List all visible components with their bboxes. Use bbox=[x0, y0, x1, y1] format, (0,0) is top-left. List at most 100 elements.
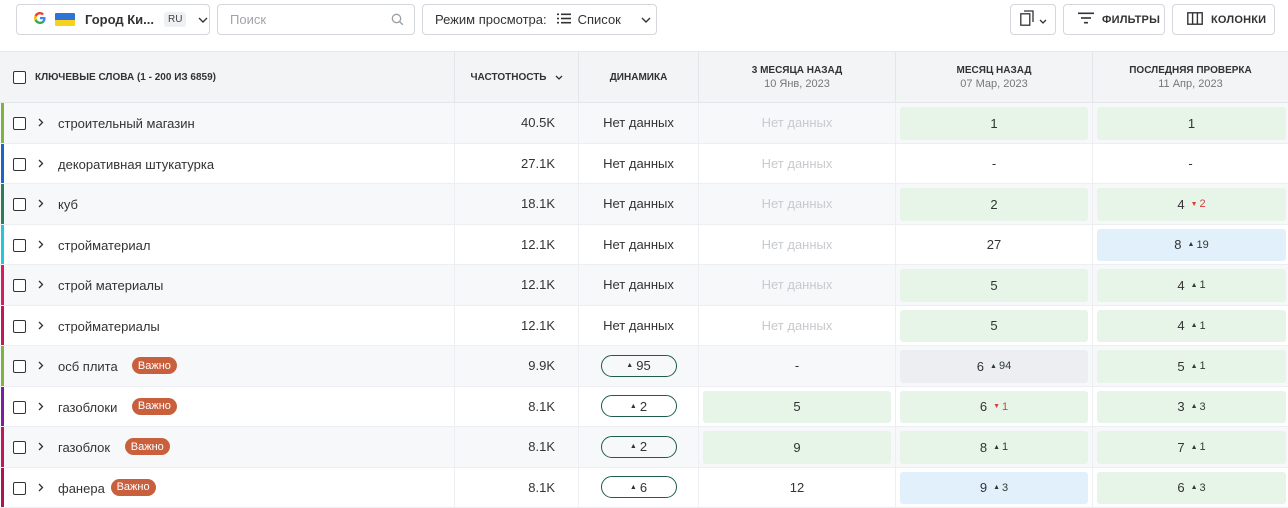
keyword-cell: стройматериалы bbox=[0, 305, 455, 345]
keyword-cell: куб bbox=[0, 184, 455, 224]
filters-button[interactable]: ФИЛЬТРЫ bbox=[1063, 4, 1165, 35]
keyword-text[interactable]: фанера bbox=[58, 481, 105, 496]
position-value: 5 bbox=[990, 318, 998, 334]
table-row[interactable]: осб плита Важно 9.9K ▲ 95 - 6 ▲ 94 5 ▲ 1 bbox=[0, 346, 1288, 387]
keyword-text[interactable]: строительный магазин bbox=[58, 116, 195, 131]
month-date: 07 Мар, 2023 bbox=[960, 77, 1028, 90]
keyword-text[interactable]: газоблок bbox=[58, 440, 110, 455]
columns-icon bbox=[1187, 11, 1203, 28]
position-change: ▲ 1 bbox=[993, 441, 1008, 453]
language-badge: RU bbox=[164, 12, 187, 27]
month-cell: 27 bbox=[896, 224, 1093, 264]
arrow-up-icon: ▲ bbox=[626, 362, 634, 370]
keyword-text[interactable]: декоративная штукатурка bbox=[58, 157, 214, 172]
position-value: 27 bbox=[986, 236, 1002, 252]
sort-chevron-icon bbox=[555, 72, 563, 83]
keyword-text[interactable]: куб bbox=[58, 197, 78, 212]
column-header-keywords: КЛЮЧЕВЫЕ СЛОВА (1 - 200 ИЗ 6859) bbox=[0, 52, 455, 102]
expand-chevron-icon[interactable] bbox=[38, 237, 46, 248]
row-checkbox[interactable] bbox=[13, 279, 26, 292]
table-row[interactable]: фанера Важно 8.1K ▲ 6 12 9 ▲ 3 6 ▲ 3 bbox=[0, 467, 1288, 508]
table-row[interactable]: газоблоки Важно 8.1K ▲ 2 5 6 ▼ 1 3 ▲ 3 bbox=[0, 386, 1288, 427]
keyword-text[interactable]: газоблоки bbox=[58, 400, 117, 415]
dynamics-pill[interactable]: ▲ 2 bbox=[600, 435, 677, 458]
table-row[interactable]: куб 18.1K Нет данных Нет данных 2 4 ▼ 2 bbox=[0, 184, 1288, 225]
dynamics-pill[interactable]: ▲ 2 bbox=[600, 395, 677, 418]
view-mode-label: Режим просмотра: bbox=[435, 12, 547, 27]
table-row[interactable]: стройматериалы 12.1K Нет данных Нет данн… bbox=[0, 305, 1288, 346]
change-value: 3 bbox=[1002, 481, 1009, 494]
row-checkbox[interactable] bbox=[13, 238, 26, 252]
search-input[interactable] bbox=[230, 12, 380, 27]
frequency-cell: 8.1K bbox=[455, 467, 579, 507]
table-row[interactable]: строй материалы 12.1K Нет данных Нет дан… bbox=[0, 265, 1288, 306]
copy-icon bbox=[1019, 10, 1034, 29]
table-row[interactable]: газоблок Важно 8.1K ▲ 2 9 8 ▲ 1 7 ▲ 1 bbox=[0, 427, 1288, 468]
expand-chevron-icon[interactable] bbox=[38, 277, 46, 289]
position-value: 12 bbox=[789, 479, 805, 495]
position-change: ▲ 3 bbox=[1191, 401, 1206, 413]
position-change: ▲ 1 bbox=[1191, 360, 1206, 372]
row-checkbox[interactable] bbox=[13, 481, 26, 495]
dynamics-cell: Нет данных bbox=[579, 265, 699, 305]
expand-chevron-icon[interactable] bbox=[38, 480, 46, 491]
table-row[interactable]: декоративная штукатурка 27.1K Нет данных… bbox=[0, 143, 1288, 184]
dynamics-pill[interactable]: ▲ 95 bbox=[600, 354, 677, 377]
dynamics-pill[interactable]: ▲ 6 bbox=[600, 476, 677, 499]
month-cell: 5 bbox=[896, 265, 1093, 305]
position-change: ▼ 1 bbox=[993, 401, 1008, 413]
expand-chevron-icon[interactable] bbox=[38, 358, 46, 370]
row-checkbox[interactable] bbox=[13, 117, 26, 130]
expand-chevron-icon[interactable] bbox=[38, 156, 46, 167]
column-header-frequency[interactable]: ЧАСТОТНОСТЬ bbox=[455, 52, 579, 102]
position-change: ▲ 3 bbox=[1191, 482, 1206, 494]
position-value: - bbox=[794, 358, 800, 374]
position-box: 5 bbox=[703, 390, 891, 423]
last-check-cell: 1 bbox=[1093, 103, 1288, 143]
position-box: 5 bbox=[900, 309, 1088, 342]
keyword-text[interactable]: стройматериалы bbox=[58, 319, 160, 334]
expand-chevron-icon[interactable] bbox=[38, 196, 46, 208]
position-box: 1 bbox=[900, 107, 1088, 140]
columns-button[interactable]: КОЛОНКИ bbox=[1172, 4, 1275, 35]
row-checkbox[interactable] bbox=[13, 360, 26, 373]
location-selector[interactable]: Город Ки... RU bbox=[16, 4, 210, 35]
dynamics-cell: Нет данных bbox=[579, 305, 699, 345]
keyword-text[interactable]: осб плита bbox=[58, 359, 118, 374]
change-value: 1 bbox=[1002, 400, 1009, 413]
expand-chevron-icon[interactable] bbox=[38, 115, 46, 127]
position-value: 1 bbox=[1187, 115, 1196, 131]
last-check-cell: 4 ▲ 1 bbox=[1093, 265, 1288, 305]
dynamics-value: 2 bbox=[639, 439, 648, 455]
keyword-text[interactable]: строй материалы bbox=[58, 278, 163, 293]
frequency-cell: 12.1K bbox=[455, 265, 579, 305]
position-box: 7 ▲ 1 bbox=[1097, 431, 1286, 464]
position-box: 3 ▲ 3 bbox=[1097, 390, 1286, 423]
search-box bbox=[217, 4, 415, 35]
search-icon[interactable] bbox=[391, 13, 404, 29]
table-row[interactable]: стройматериал 12.1K Нет данных Нет данны… bbox=[0, 224, 1288, 265]
position-value: 8 bbox=[979, 439, 988, 455]
row-checkbox[interactable] bbox=[13, 441, 26, 454]
row-checkbox[interactable] bbox=[13, 198, 26, 211]
month-cell: 8 ▲ 1 bbox=[896, 427, 1093, 467]
expand-chevron-icon[interactable] bbox=[38, 399, 46, 410]
expand-chevron-icon[interactable] bbox=[38, 439, 46, 451]
keyword-text[interactable]: стройматериал bbox=[58, 238, 150, 253]
dynamics-value: Нет данных bbox=[603, 115, 674, 131]
position-box: 8 ▲ 19 bbox=[1097, 228, 1286, 261]
arrow-down-icon: ▼ bbox=[993, 403, 1001, 411]
three-months-cell: Нет данных bbox=[699, 143, 896, 183]
important-badge: Важно bbox=[131, 357, 177, 374]
keyword-cell: строительный магазин bbox=[0, 103, 455, 143]
view-mode-selector[interactable]: Режим просмотра: Список bbox=[422, 4, 657, 35]
row-checkbox[interactable] bbox=[13, 400, 26, 414]
select-all-checkbox[interactable] bbox=[13, 71, 26, 84]
table-row[interactable]: строительный магазин 40.5K Нет данных Не… bbox=[0, 103, 1288, 144]
expand-chevron-icon[interactable] bbox=[38, 318, 46, 329]
row-checkbox[interactable] bbox=[13, 157, 26, 171]
copy-menu-button[interactable] bbox=[1010, 4, 1056, 35]
row-checkbox[interactable] bbox=[13, 319, 26, 333]
frequency-value: 8.1K bbox=[528, 479, 555, 495]
column-header-month: МЕСЯЦ НАЗАД 07 Мар, 2023 bbox=[896, 52, 1093, 102]
